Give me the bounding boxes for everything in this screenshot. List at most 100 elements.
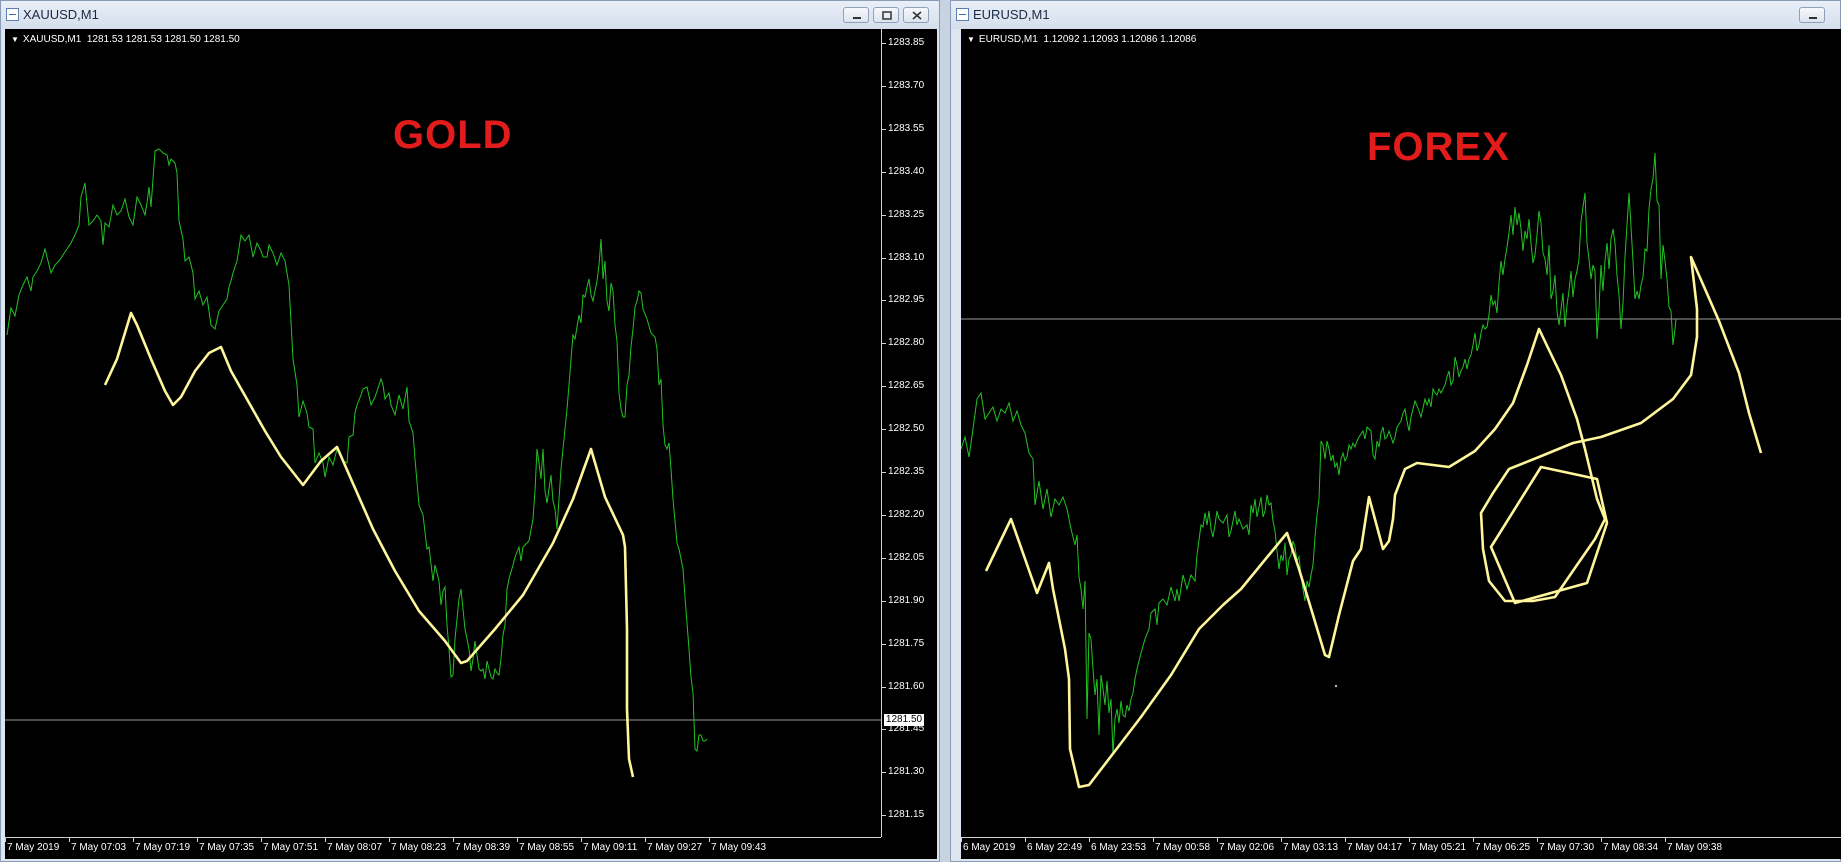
x-axis-tick — [1473, 838, 1474, 842]
minimize-button[interactable] — [843, 7, 869, 23]
time-axis[interactable]: 6 May 2019 6 May 22:49 6 May 23:53 7 May 00… — [961, 837, 1841, 860]
y-axis-tick — [882, 300, 886, 302]
y-axis-tick — [882, 643, 886, 645]
x-axis-tick — [645, 838, 646, 842]
y-axis-tick — [882, 386, 886, 388]
close-icon — [912, 11, 922, 20]
x-axis-label: 7 May 07:03 — [71, 842, 127, 853]
y-axis-label: 1282.65 — [888, 380, 925, 392]
y-axis-label: 1283.85 — [888, 37, 925, 48]
ohlc-values: EURUSD,M1 1.12092 1.12093 1.12086 1.1208… — [978, 34, 1197, 45]
x-axis-label: 7 May 2019 — [7, 842, 60, 853]
x-axis-tick — [1345, 838, 1346, 842]
x-axis-tick — [1409, 838, 1410, 842]
price-chart[interactable]: ▼ EURUSD,M1 1.12092 1.12093 1.12086 1.120… — [961, 29, 1841, 859]
xauusd-chart-window[interactable]: XAUUSD,M1 ▼ XAUUSD,M1 1281.53 1281.53 128… — [0, 0, 940, 862]
window-controls — [843, 7, 929, 23]
y-axis-label: 1282.20 — [888, 508, 925, 520]
price-chart[interactable]: ▼ XAUUSD,M1 1281.53 1281.53 1281.50 1281.… — [5, 29, 937, 859]
x-axis-label: 7 May 09:43 — [711, 842, 767, 853]
x-axis-label: 7 May 03:13 — [1283, 842, 1339, 853]
y-axis-tick — [882, 772, 886, 774]
y-axis-tick — [882, 257, 886, 259]
x-axis-label: 6 May 22:49 — [1027, 842, 1083, 853]
x-axis-tick — [261, 838, 262, 842]
minimize-button[interactable] — [1799, 7, 1825, 23]
y-axis-label: 1282.50 — [888, 423, 925, 435]
ohlc-values: XAUUSD,M1 1281.53 1281.53 1281.50 1281.5… — [22, 34, 240, 45]
x-axis-tick — [1537, 838, 1538, 842]
drawn-zigzag-line — [984, 255, 1763, 789]
x-axis-label: 6 May 2019 — [963, 842, 1016, 853]
y-axis-label: 1283.10 — [888, 251, 925, 263]
maximize-button[interactable] — [873, 7, 899, 23]
chart-headline: GOLD — [393, 113, 513, 157]
y-axis-label: 1282.35 — [888, 466, 925, 477]
x-axis-tick — [453, 838, 454, 842]
eurusd-chart-window[interactable]: EURUSD,M1 ▼ EURUSD,M1 1.12092 1.12093 1.1… — [950, 0, 1841, 862]
x-axis-label: 7 May 00:58 — [1155, 842, 1211, 853]
x-axis-label: 7 May 08:34 — [1603, 842, 1659, 853]
x-axis-label: 7 May 09:27 — [647, 842, 703, 853]
window-controls — [1799, 7, 1825, 23]
drawn-inner-loop — [1489, 465, 1609, 605]
y-axis-label: 1281.30 — [888, 766, 925, 778]
chart-window-icon — [956, 8, 969, 21]
y-axis-label: 1283.55 — [888, 122, 925, 134]
y-axis-label: 1281.75 — [888, 637, 925, 649]
y-axis-tick — [882, 686, 886, 688]
time-axis[interactable]: 7 May 2019 7 May 07:03 7 May 07:19 7 May 07… — [5, 837, 881, 860]
x-axis-tick — [1601, 838, 1602, 842]
drawn-annotation-line — [103, 311, 635, 778]
y-axis-tick — [882, 600, 886, 602]
y-axis-tick — [882, 43, 886, 44]
x-axis-tick — [961, 838, 962, 842]
minimize-icon — [1809, 17, 1817, 19]
x-axis-label: 7 May 04:17 — [1347, 842, 1403, 853]
x-axis-label: 7 May 08:07 — [327, 842, 383, 853]
x-axis-tick — [325, 838, 326, 842]
x-axis-tick — [197, 838, 198, 842]
x-axis-tick — [1665, 838, 1666, 842]
x-axis-label: 7 May 05:21 — [1411, 842, 1467, 853]
close-button[interactable] — [903, 7, 929, 23]
y-axis-tick — [882, 171, 886, 173]
y-axis-tick — [882, 514, 886, 516]
x-axis-tick — [581, 838, 582, 842]
x-axis-tick — [1025, 838, 1026, 842]
x-axis-tick — [1217, 838, 1218, 842]
y-axis-label: 1281.60 — [888, 680, 925, 692]
x-axis-label: 7 May 09:38 — [1667, 842, 1723, 853]
dropdown-triangle-icon: ▼ — [11, 35, 19, 44]
y-axis-label: 1281.90 — [888, 594, 925, 606]
y-axis-label: 1281.45 — [888, 723, 925, 735]
y-axis-tick — [882, 85, 886, 87]
x-axis-tick — [133, 838, 134, 842]
y-axis-label: 1282.05 — [888, 551, 925, 563]
y-axis-label: 1283.40 — [888, 165, 925, 177]
y-axis-label: 1281.15 — [888, 809, 925, 821]
x-axis-tick — [709, 838, 710, 842]
symbol-info-line: ▼ EURUSD,M1 1.12092 1.12093 1.12086 1.120… — [967, 34, 1196, 45]
y-axis-tick — [882, 815, 886, 817]
title-bar[interactable]: EURUSD,M1 — [951, 1, 1840, 29]
x-axis-label: 7 May 07:30 — [1539, 842, 1595, 853]
price-axis[interactable]: 1281.50 1283.85 1283.70 1283.55 1283.40 1283… — [881, 29, 940, 837]
x-axis-tick — [1089, 838, 1090, 842]
chart-headline: FOREX — [1367, 125, 1510, 169]
chart-window-icon — [6, 8, 19, 21]
window-title: EURUSD,M1 — [973, 7, 1050, 22]
x-axis-tick — [1153, 838, 1154, 842]
x-axis-label: 7 May 07:19 — [135, 842, 191, 853]
x-axis-tick — [69, 838, 70, 842]
x-axis-label: 7 May 09:11 — [583, 842, 638, 853]
y-axis-label: 1282.95 — [888, 294, 925, 306]
y-axis-tick — [882, 128, 886, 130]
x-axis-label: 7 May 06:25 — [1475, 842, 1531, 853]
x-axis-tick — [1281, 838, 1282, 842]
drawn-annotation-lines — [984, 255, 1763, 789]
x-axis-tick — [5, 838, 6, 842]
title-bar[interactable]: XAUUSD,M1 — [1, 1, 939, 29]
y-axis-tick — [882, 729, 886, 731]
stray-dot — [1335, 685, 1337, 687]
